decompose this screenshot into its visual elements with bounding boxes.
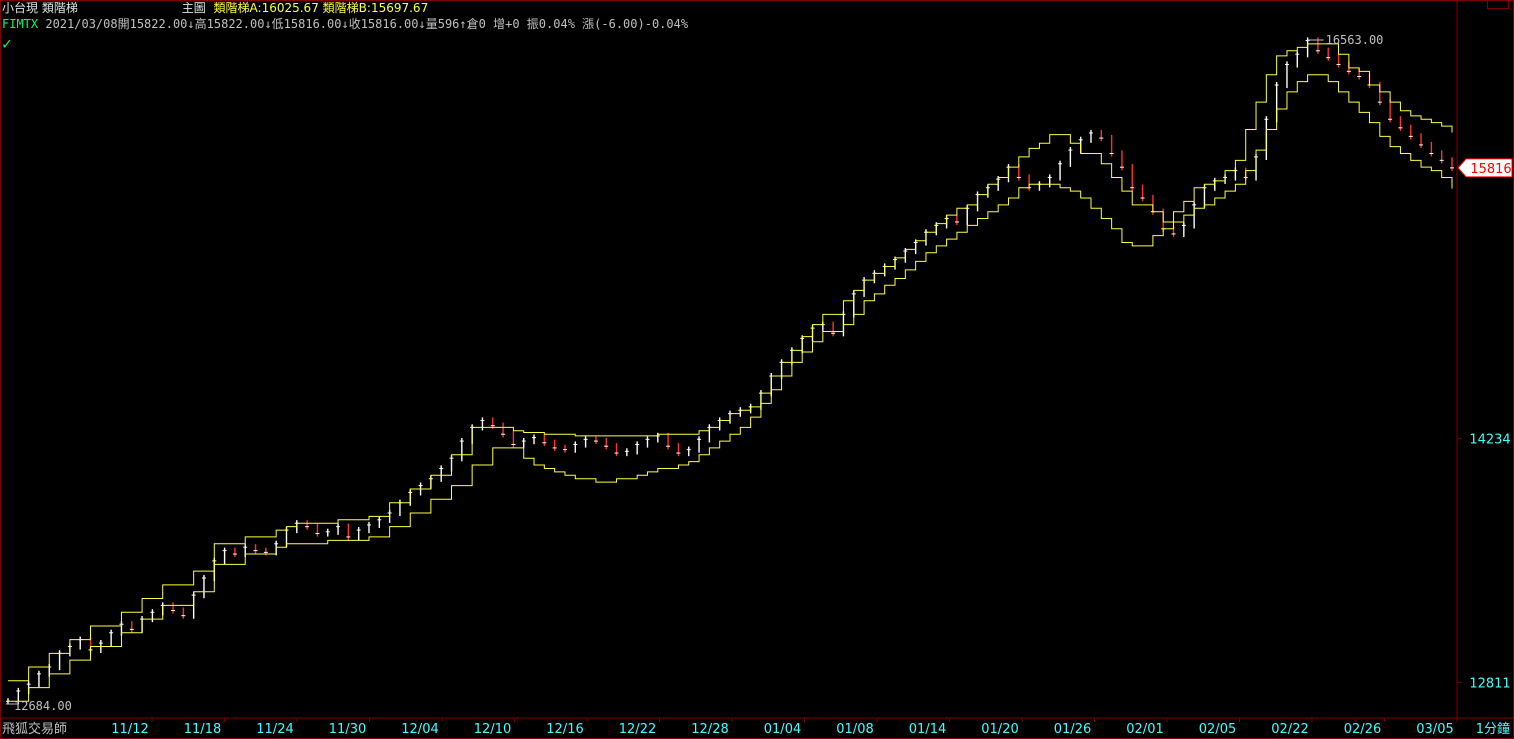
y-tick-label: 12811: [1469, 676, 1510, 691]
quote-volume: 量596↑: [425, 17, 467, 31]
x-tick-label: 12/22: [619, 722, 656, 737]
axes: 11/12 11/18 11/24 11/30 12/04 12/10 12/16 12/22…: [0, 0, 1514, 737]
x-tick-label: 02/22: [1271, 722, 1308, 737]
title-row: 小台現 類階梯 主圖 類階梯A:16025.67 類階梯B:15697.67: [2, 0, 428, 16]
x-tick-label: 01/20: [981, 722, 1018, 737]
price-marks: [6, 37, 1454, 705]
x-tick-label: 11/12: [111, 722, 148, 737]
x-tick-label: 12/28: [691, 722, 728, 737]
x-tick-label: 01/14: [909, 722, 946, 737]
brand-label: 飛狐交易師: [2, 722, 68, 737]
price-chart[interactable]: 11/12 11/18 11/24 11/30 12/04 12/10 12/16 12/22…: [0, 0, 1514, 739]
x-tick-label: 01/26: [1054, 722, 1091, 737]
pane-label: 主圖: [181, 1, 206, 15]
quote-oi-change: 增+0: [493, 17, 520, 31]
x-tick-label: 11/18: [184, 722, 221, 737]
ladder-lines: [8, 43, 1453, 702]
x-tick-label: 01/08: [836, 722, 873, 737]
symbol-code[interactable]: FIMTX: [2, 17, 38, 31]
x-tick-label: 03/05: [1416, 722, 1453, 737]
y-tick-label: 14234: [1469, 433, 1510, 448]
x-tick-label: 12/16: [546, 722, 583, 737]
last-price-label: 15816: [1470, 162, 1511, 177]
ladder-a-value: 類階梯A:16025.67: [213, 1, 319, 15]
check-icon: ✓: [2, 34, 12, 53]
quote-date: 2021/03/08: [45, 17, 118, 31]
quote-close: 收15816.00↓: [348, 17, 426, 31]
x-tick-label: 12/10: [474, 722, 511, 737]
quote-oi: 倉0: [466, 17, 486, 31]
x-tick-label: 11/24: [256, 722, 293, 737]
quote-change: 漲(-6.00)-0.04%: [582, 17, 689, 31]
x-tick-label: 02/26: [1344, 722, 1381, 737]
quote-low: 低15816.00↓: [271, 17, 349, 31]
symbol-name: 小台現: [2, 1, 39, 15]
ladder-b-value: 類階梯B:15697.67: [322, 1, 429, 15]
x-tick-label: 01/04: [764, 722, 801, 737]
indicator-name: 類階梯: [41, 1, 78, 15]
x-tick-label: 02/05: [1199, 722, 1236, 737]
quote-open: 開15822.00↓: [117, 17, 195, 31]
low-label: 12684.00: [14, 699, 72, 713]
x-tick-label: 11/30: [329, 722, 366, 737]
x-tick-label: 02/01: [1126, 722, 1163, 737]
high-label: 16563.00: [1326, 33, 1384, 47]
interval-selector[interactable]: 1分鐘: [1476, 718, 1510, 737]
x-tick-label: 12/04: [401, 722, 438, 737]
quote-row: FIMTX 2021/03/08開15822.00↓高15822.00↓低158…: [2, 16, 688, 32]
quote-amplitude: 振0.04%: [526, 17, 575, 31]
ladder-line-a: [8, 43, 1453, 682]
chart-labels: 16563.00 12684.00 15816: [6, 33, 1513, 713]
quote-high: 高15822.00↓: [194, 17, 272, 31]
